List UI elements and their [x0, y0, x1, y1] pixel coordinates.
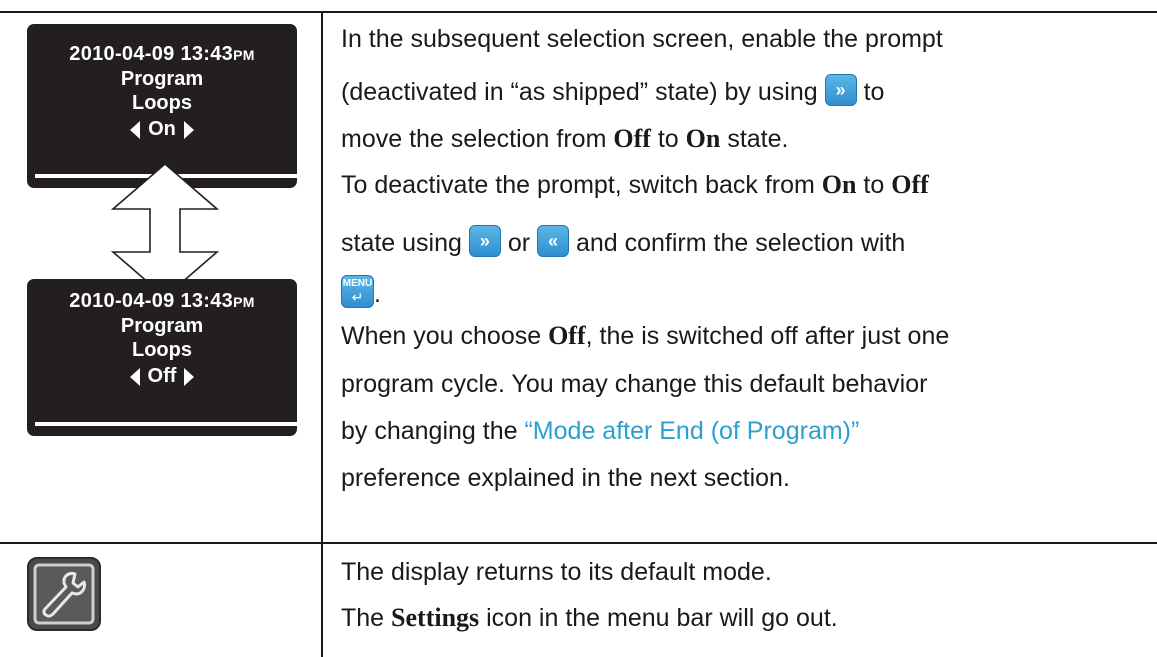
text-line-10: preference explained in the next section… [341, 464, 790, 492]
left-arrow-icon [130, 120, 141, 139]
lcd-line-loops: Loops [132, 92, 192, 114]
text-line-1: In the subsequent selection screen, enab… [341, 25, 943, 53]
double-arrow-icon [110, 163, 220, 298]
lcd-line-program: Program [120, 68, 204, 90]
text-row2-line-2: The Settings icon in the menu bar will g… [341, 603, 838, 632]
text-line-2: (deactivated in “as shipped” state) by u… [341, 74, 1141, 107]
lcd-datetime: 2010-04-09 13:43PM [69, 43, 255, 65]
right-arrow-icon [184, 367, 195, 386]
text-line-7: When you choose Off, the is switched off… [341, 321, 950, 350]
table-top-rule [0, 11, 1157, 13]
text-row2-line-1: The display returns to its default mode. [341, 558, 772, 586]
mode-after-end-link[interactable]: “Mode after End (of Program)” [524, 417, 859, 445]
text-line-3: move the selection from Off to On state. [341, 124, 789, 153]
lcd-selection: Off [27, 365, 297, 388]
lcd-datetime: 2010-04-09 13:43PM [69, 290, 255, 312]
forward-button-icon: » [824, 74, 857, 106]
text-line-4: To deactivate the prompt, switch back fr… [341, 170, 929, 199]
lcd-screen-off: 2010-04-09 13:43PM Program Loops Off [27, 279, 297, 436]
table-column-divider [321, 11, 323, 657]
lcd-selection-value: Off [147, 365, 177, 387]
lcd-line-loops: Loops [132, 339, 192, 361]
forward-button-icon: » [468, 225, 501, 257]
lcd-menu-bar [35, 422, 297, 426]
back-button-icon: « [537, 225, 570, 257]
wrench-icon [27, 557, 101, 631]
lcd-selection: On [27, 118, 297, 141]
left-arrow-icon [129, 367, 140, 386]
lcd-line-program: Program [120, 315, 204, 337]
table-row-divider [0, 542, 1157, 544]
text-line-5: state using » or « and confirm the selec… [341, 225, 1141, 258]
text-line-8: program cycle. You may change this defau… [341, 370, 928, 398]
menu-enter-button-icon: MENU ↵ [341, 275, 374, 308]
lcd-selection-value: On [148, 118, 176, 140]
text-line-9: by changing the “Mode after End (of Prog… [341, 417, 860, 445]
right-arrow-icon [183, 120, 194, 139]
text-line-6: MENU ↵. [341, 275, 1141, 309]
